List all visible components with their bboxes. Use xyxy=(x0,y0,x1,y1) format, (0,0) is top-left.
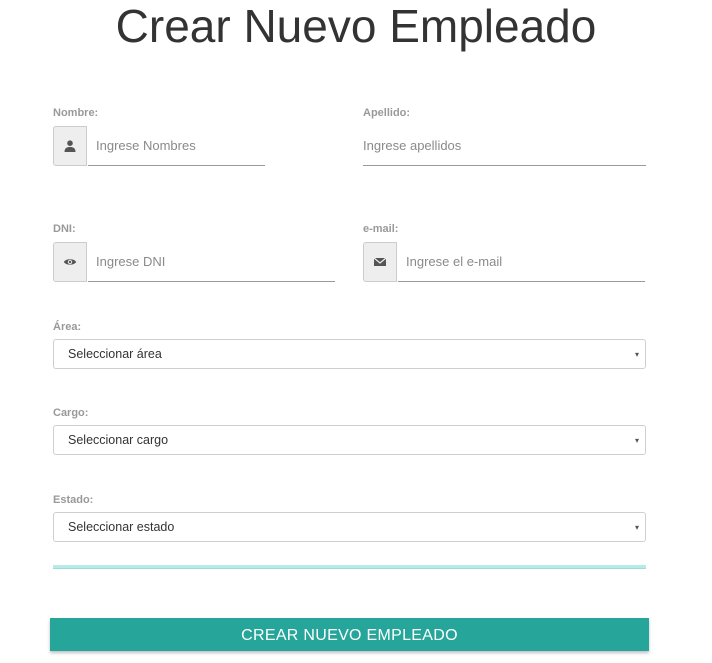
eye-icon xyxy=(53,242,87,282)
estado-select-value: Seleccionar estado xyxy=(68,520,175,534)
user-icon xyxy=(53,126,87,166)
envelope-icon xyxy=(363,242,397,282)
create-employee-button[interactable]: CREAR NUEVO EMPLEADO xyxy=(50,618,649,651)
area-label: Área: xyxy=(53,321,82,333)
estado-label: Estado: xyxy=(53,494,94,506)
cargo-label: Cargo: xyxy=(53,407,89,419)
nombre-input[interactable] xyxy=(88,126,265,166)
apellido-input[interactable] xyxy=(363,126,646,166)
email-input[interactable] xyxy=(398,242,645,282)
divider xyxy=(53,565,646,569)
cargo-select[interactable]: Seleccionar cargo ▾ xyxy=(53,425,646,455)
estado-select[interactable]: Seleccionar estado ▾ xyxy=(53,512,646,542)
nombre-label: Nombre: xyxy=(53,107,99,119)
dni-label: DNI: xyxy=(53,223,76,235)
apellido-label: Apellido: xyxy=(363,107,411,119)
cargo-select-value: Seleccionar cargo xyxy=(68,433,169,447)
chevron-down-icon: ▾ xyxy=(634,436,639,445)
area-select-value: Seleccionar área xyxy=(68,347,162,361)
dni-input[interactable] xyxy=(88,242,335,282)
page-title: Crear Nuevo Empleado xyxy=(115,0,597,52)
area-select[interactable]: Seleccionar área ▾ xyxy=(53,339,646,369)
chevron-down-icon: ▾ xyxy=(634,350,639,359)
chevron-down-icon: ▾ xyxy=(634,523,639,532)
email-label: e-mail: xyxy=(363,223,399,235)
